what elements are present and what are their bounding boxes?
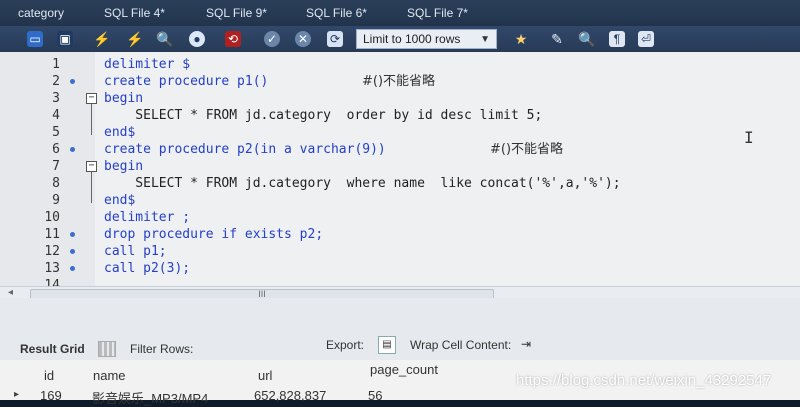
- folder-icon[interactable]: ▭: [26, 30, 44, 48]
- code-line-9: end$: [104, 193, 136, 208]
- fold-toggle-icon[interactable]: −: [86, 93, 97, 104]
- editor-line: 6 create procedure p2(in a varchar(9)) #…: [0, 141, 800, 158]
- line-number: 11: [44, 227, 60, 242]
- statement-dot: [70, 147, 75, 152]
- line-number: 12: [44, 244, 60, 259]
- execute-icon[interactable]: ⚡: [93, 30, 111, 48]
- statement-dot: [70, 232, 75, 237]
- fold-toggle-icon[interactable]: −: [86, 161, 97, 172]
- cell-id[interactable]: 169: [40, 388, 62, 403]
- beautify-icon[interactable]: ★: [512, 30, 530, 48]
- editor-line: 9 end$: [0, 192, 800, 209]
- code-line-6: create procedure p2(in a varchar(9)): [104, 142, 386, 157]
- tab-bar: category SQL File 4* SQL File 9* SQL Fil…: [0, 0, 800, 27]
- toggle-icon[interactable]: ⟲: [224, 30, 242, 48]
- code-line-4: SELECT * FROM jd.category order by id de…: [104, 108, 543, 123]
- editor-line: 4 SELECT * FROM jd.category order by id …: [0, 107, 800, 124]
- scroll-thumb[interactable]: III: [30, 289, 494, 298]
- line-number: 10: [44, 210, 60, 225]
- code-line-11: drop procedure if exists p2;: [104, 227, 324, 242]
- tab-sql-file-9[interactable]: SQL File 9*: [206, 4, 267, 22]
- filter-rows-label: Filter Rows:: [130, 342, 194, 356]
- line-number: 9: [52, 193, 60, 208]
- code-comment: #()不能省略: [362, 74, 436, 89]
- results-toolbar: Result Grid Filter Rows: Export: ▤ Wrap …: [0, 298, 800, 360]
- editor-line: 13 call p2(3);: [0, 260, 800, 277]
- code-text: delimiter $: [104, 57, 191, 72]
- editor-horizontal-scrollbar[interactable]: ◂ III: [0, 286, 800, 298]
- stop-icon[interactable]: ●: [188, 30, 206, 48]
- editor-line: 5 end$: [0, 124, 800, 141]
- line-number: 2: [52, 74, 60, 89]
- scroll-left-icon[interactable]: ◂: [8, 287, 13, 298]
- code-line-2: create procedure p1(): [104, 74, 269, 89]
- cell-url[interactable]: 652,828,837: [254, 388, 326, 403]
- code-line-1: delimiter $: [104, 56, 190, 73]
- code-line-8: SELECT * FROM jd.category where name lik…: [104, 176, 621, 191]
- export-icon[interactable]: ▤: [378, 336, 396, 354]
- column-header-name[interactable]: name: [93, 368, 126, 383]
- grid-icon[interactable]: [98, 341, 116, 357]
- limit-rows-label: Limit to 1000 rows: [363, 32, 461, 46]
- editor-line: 7 − begin: [0, 158, 800, 175]
- wrap-cell-content-icon[interactable]: ⇥: [518, 336, 534, 352]
- sql-editor-toolbar: ▭ ▣ ⚡ ⚡ 🔍 ● ⟲ ✓ ✕ ⟳ Limit to 1000 rows ▼…: [0, 26, 800, 53]
- editor-line: 3 − begin: [0, 90, 800, 107]
- column-header-url[interactable]: url: [258, 368, 272, 383]
- editor-line: 11 drop procedure if exists p2;: [0, 226, 800, 243]
- line-number: 1: [52, 57, 60, 72]
- editor-line: 1 delimiter $: [0, 56, 800, 73]
- wrap-cell-content-label: Wrap Cell Content:: [410, 338, 512, 352]
- tab-category[interactable]: category: [18, 4, 64, 22]
- cell-name[interactable]: 影音娱乐_MP3/MP4: [92, 388, 208, 407]
- code-line-13: call p2(3);: [104, 261, 191, 276]
- rollback-icon[interactable]: ✕: [294, 30, 312, 48]
- editor-line: 8 SELECT * FROM jd.category where name l…: [0, 175, 800, 192]
- code-comment: #()不能省略: [490, 142, 564, 157]
- code-line-3: begin: [104, 91, 144, 106]
- line-number: 8: [52, 176, 60, 191]
- text-cursor-icon: I: [744, 128, 754, 147]
- explain-icon[interactable]: 🔍: [156, 30, 174, 48]
- editor-line: 12 call p1;: [0, 243, 800, 260]
- wrap-icon[interactable]: ⏎: [637, 30, 655, 48]
- sql-editor[interactable]: 1 delimiter $ 2 create procedure p1() #(…: [0, 52, 800, 298]
- column-header-id[interactable]: id: [44, 368, 54, 383]
- find-icon[interactable]: 🔍: [578, 30, 596, 48]
- editor-line: 10 delimiter ;: [0, 209, 800, 226]
- line-number: 5: [52, 125, 60, 140]
- autocommit-icon[interactable]: ⟳: [326, 30, 344, 48]
- code-line-5: end$: [104, 125, 136, 140]
- row-selector-icon[interactable]: ▸: [14, 389, 19, 400]
- export-label: Export:: [326, 338, 365, 352]
- code-line-10: delimiter ;: [104, 210, 191, 225]
- brush-icon[interactable]: ✎: [548, 30, 566, 48]
- invisible-chars-icon[interactable]: ¶: [608, 30, 626, 48]
- column-header-page-count[interactable]: page_count: [370, 362, 438, 377]
- tab-sql-file-4[interactable]: SQL File 4*: [104, 4, 165, 22]
- code-line-7: begin: [104, 159, 144, 174]
- editor-line: 2 create procedure p1() #()不能省略: [0, 73, 800, 90]
- code-line-12: call p1;: [104, 244, 167, 259]
- execute-selection-icon[interactable]: ⚡: [126, 30, 144, 48]
- result-grid-tab[interactable]: Result Grid: [20, 342, 85, 356]
- commit-icon[interactable]: ✓: [263, 30, 281, 48]
- line-number: 6: [52, 142, 60, 157]
- chevron-down-icon: ▼: [480, 33, 490, 45]
- line-number: 13: [44, 261, 60, 276]
- tab-sql-file-7[interactable]: SQL File 7*: [407, 4, 468, 22]
- cell-page-count[interactable]: 56: [368, 388, 382, 403]
- line-number: 4: [52, 108, 60, 123]
- statement-dot: [70, 249, 75, 254]
- save-icon[interactable]: ▣: [56, 30, 74, 48]
- results-right-tools: Export: ▤ Wrap Cell Content: ⇥: [318, 334, 800, 356]
- line-number: 3: [52, 91, 60, 106]
- watermark-text: https://blog.csdn.net/weixin_43292547: [516, 372, 772, 389]
- statement-dot: [70, 266, 75, 271]
- limit-rows-select[interactable]: Limit to 1000 rows ▼: [356, 29, 497, 49]
- tab-sql-file-6[interactable]: SQL File 6*: [306, 4, 367, 22]
- line-number: 7: [52, 159, 60, 174]
- statement-dot: [70, 79, 75, 84]
